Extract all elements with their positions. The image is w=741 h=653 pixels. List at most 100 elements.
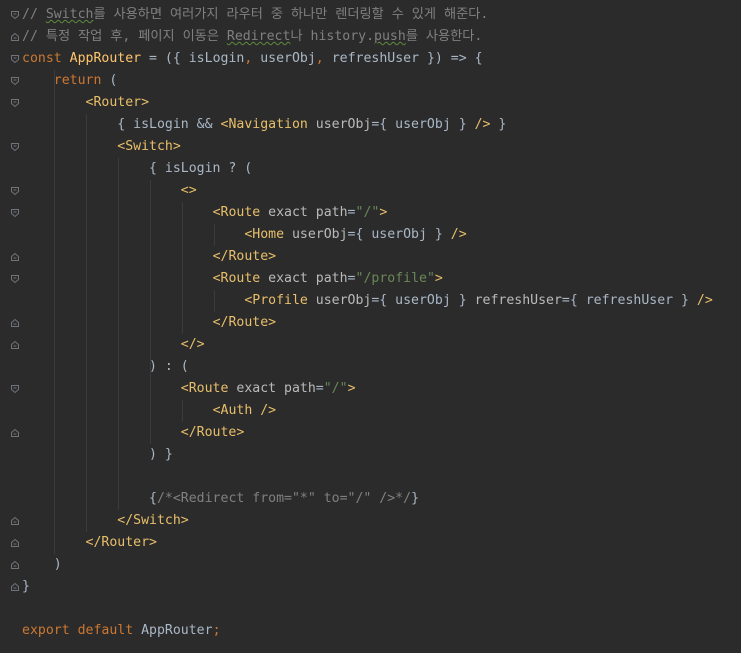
- code-line[interactable]: <Router>: [22, 92, 150, 114]
- code-line[interactable]: {/*<Redirect from="*" to="/" />*/}: [22, 488, 419, 510]
- fold-collapse-icon[interactable]: [10, 32, 20, 42]
- fold-expand-icon[interactable]: [10, 98, 20, 108]
- code-token: }: [22, 579, 30, 594]
- code-line[interactable]: <Route exact path="/">: [22, 378, 356, 400]
- code-token: ) }: [22, 447, 173, 462]
- code-token: <Router>: [85, 95, 150, 110]
- code-line[interactable]: </Router>: [22, 532, 157, 554]
- code-token: <Route: [212, 271, 269, 286]
- code-token: ={ userObj }: [371, 117, 475, 132]
- code-token: { isLogin ? (: [22, 161, 253, 176]
- code-token: exact path: [268, 205, 348, 220]
- fold-collapse-icon[interactable]: [10, 560, 20, 570]
- fold-collapse-icon[interactable]: [10, 538, 20, 548]
- code-token: />: [450, 227, 467, 242]
- code-line[interactable]: <Auth />: [22, 400, 277, 422]
- code-token: >: [379, 205, 388, 220]
- fold-expand-icon[interactable]: [10, 186, 20, 196]
- code-token: >: [347, 381, 356, 396]
- code-token: userObj: [315, 293, 372, 308]
- code-token: {: [22, 491, 157, 506]
- fold-collapse-icon[interactable]: [10, 582, 20, 592]
- code-token: </Switch>: [117, 513, 189, 528]
- code-editor[interactable]: // Switch를 사용하면 여러가지 라우터 중 하나만 렌더링할 수 있게…: [0, 0, 741, 653]
- fold-expand-icon[interactable]: [10, 384, 20, 394]
- code-token: AppRouter: [141, 623, 213, 638]
- code-token: exact path: [236, 381, 316, 396]
- code-token: refreshUser: [474, 293, 562, 308]
- code-line[interactable]: ) : (: [22, 356, 189, 378]
- code-line[interactable]: }: [22, 576, 30, 598]
- code-line[interactable]: <>: [22, 180, 197, 202]
- code-line[interactable]: </Route>: [22, 422, 245, 444]
- code-line[interactable]: </Route>: [22, 312, 277, 334]
- fold-collapse-icon[interactable]: [10, 516, 20, 526]
- code-token: ,: [315, 51, 332, 66]
- code-line[interactable]: <Route exact path="/profile">: [22, 268, 443, 290]
- fold-expand-icon[interactable]: [10, 142, 20, 152]
- code-token: AppRouter: [69, 51, 142, 66]
- code-token: >: [434, 271, 443, 286]
- code-token: { isLogin &&: [22, 117, 221, 132]
- fold-collapse-icon[interactable]: [10, 340, 20, 350]
- fold-collapse-icon[interactable]: [10, 428, 20, 438]
- code-line[interactable]: <Switch>: [22, 136, 181, 158]
- code-token: 를 사용한다.: [405, 29, 483, 44]
- fold-collapse-icon[interactable]: [10, 252, 20, 262]
- code-line[interactable]: const AppRouter = ({ isLogin, userObj, r…: [22, 48, 483, 70]
- code-token: <Switch>: [117, 139, 181, 154]
- code-token: Switch: [45, 7, 94, 22]
- code-token: refreshUser }) => {: [331, 51, 483, 66]
- code-token: ): [22, 557, 62, 572]
- code-token: />: [474, 117, 491, 132]
- code-line[interactable]: // 특정 작업 후, 페이지 이동은 Redirect나 history.pu…: [22, 26, 482, 48]
- code-token: ={ userObj }: [371, 293, 475, 308]
- code-line[interactable]: <Profile userObj={ userObj } refreshUser…: [22, 290, 713, 312]
- code-line[interactable]: return (: [22, 70, 118, 92]
- code-line[interactable]: ): [22, 554, 62, 576]
- code-token: (: [109, 73, 118, 88]
- code-token: userObj: [315, 117, 372, 132]
- code-token: "/": [323, 381, 348, 396]
- fold-expand-icon[interactable]: [10, 208, 20, 218]
- code-token: = ({ isLogin: [141, 51, 245, 66]
- code-line[interactable]: <Route exact path="/">: [22, 202, 388, 224]
- code-token: <Home: [244, 227, 292, 242]
- code-token: <Auth />: [212, 403, 277, 418]
- code-line[interactable]: export default AppRouter;: [22, 620, 221, 642]
- code-token: export default: [22, 623, 142, 638]
- code-line[interactable]: // Switch를 사용하면 여러가지 라우터 중 하나만 렌더링할 수 있게…: [22, 4, 488, 26]
- code-token: <Route: [212, 205, 269, 220]
- code-token: push: [374, 29, 406, 44]
- code-token: userObj: [260, 51, 316, 66]
- code-token: userObj: [291, 227, 348, 242]
- code-line[interactable]: </Route>: [22, 246, 277, 268]
- code-line[interactable]: { isLogin && <Navigation userObj={ userO…: [22, 114, 506, 136]
- fold-expand-icon[interactable]: [10, 76, 20, 86]
- fold-expand-icon[interactable]: [10, 274, 20, 284]
- code-token: </>: [180, 337, 205, 352]
- code-line[interactable]: ) }: [22, 444, 173, 466]
- code-line[interactable]: <Home userObj={ userObj } />: [22, 224, 467, 246]
- code-token: }: [490, 117, 507, 132]
- fold-expand-icon[interactable]: [10, 54, 20, 64]
- code-token: </Route>: [212, 315, 277, 330]
- code-token: />: [696, 293, 713, 308]
- code-line[interactable]: </Switch>: [22, 510, 189, 532]
- code-line[interactable]: </>: [22, 334, 205, 356]
- code-token: </Router>: [85, 535, 157, 550]
- fold-expand-icon[interactable]: [10, 10, 20, 20]
- code-token: 나 history.: [290, 29, 375, 44]
- code-line[interactable]: { isLogin ? (: [22, 158, 252, 180]
- fold-collapse-icon[interactable]: [10, 318, 20, 328]
